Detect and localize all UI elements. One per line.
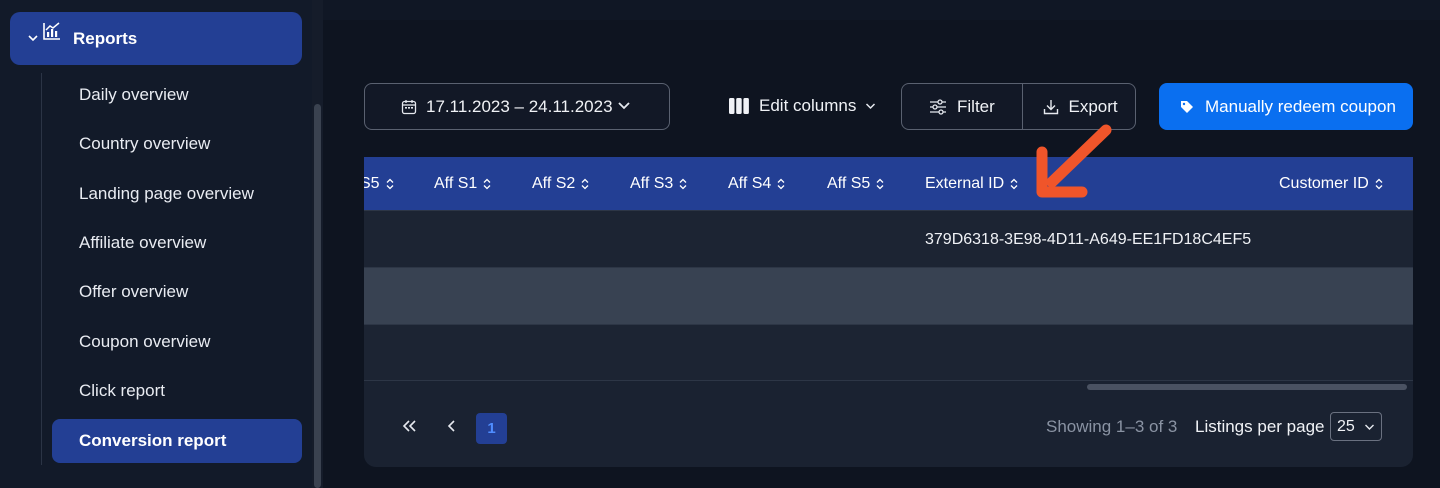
table-row[interactable]: 379D6318-3E98-4D11-A649-EE1FD18C4EF5 xyxy=(364,210,1413,267)
top-bar xyxy=(323,0,1440,20)
date-range-picker[interactable]: 17.11.2023 – 24.11.2023 xyxy=(364,83,670,130)
sidebar-section-reports[interactable]: Reports xyxy=(10,12,302,65)
showing-count: Showing 1–3 of 3 xyxy=(1046,417,1178,436)
sidebar-item-daily-overview[interactable]: Daily overview xyxy=(52,73,302,117)
sort-icon xyxy=(386,178,394,190)
sort-icon xyxy=(777,178,785,190)
column-header-label: S5 xyxy=(364,174,380,192)
columns-icon xyxy=(729,98,749,114)
column-header-external-id[interactable]: External ID xyxy=(925,157,1018,210)
table-horizontal-scrollbar[interactable] xyxy=(1087,384,1407,390)
filter-label: Filter xyxy=(957,96,995,116)
sidebar-item-country-overview[interactable]: Country overview xyxy=(52,122,302,166)
chevron-down-icon xyxy=(28,35,38,42)
chevron-down-icon xyxy=(1365,424,1374,430)
column-header-customer-id[interactable]: Customer ID xyxy=(1279,157,1383,210)
nav-tree-line xyxy=(41,73,42,465)
table-header: S5 Aff S1 Aff S2 Aff S3 Aff S4 Aff S5 Ex… xyxy=(364,157,1413,210)
edit-columns-label: Edit columns xyxy=(759,96,857,115)
sort-icon xyxy=(876,178,884,190)
table-row[interactable] xyxy=(364,324,1413,381)
export-label: Export xyxy=(1068,96,1118,116)
column-header-label: Aff S5 xyxy=(827,174,871,192)
chevron-left-icon[interactable] xyxy=(447,419,457,438)
table-row[interactable] xyxy=(364,267,1413,324)
sort-icon xyxy=(581,178,589,190)
sidebar-item-coupon-overview[interactable]: Coupon overview xyxy=(52,320,302,364)
manually-redeem-coupon-button[interactable]: Manually redeem coupon xyxy=(1159,83,1413,130)
sidebar-item-offer-overview[interactable]: Offer overview xyxy=(52,270,302,314)
sort-icon xyxy=(1375,178,1383,190)
calendar-icon xyxy=(401,100,417,115)
sidebar-item-landing-page-overview[interactable]: Landing page overview xyxy=(52,172,302,216)
filter-button[interactable]: Filter xyxy=(902,84,1023,129)
sort-icon xyxy=(483,178,491,190)
redeem-label: Manually redeem coupon xyxy=(1205,96,1396,116)
filter-sliders-icon xyxy=(929,98,947,115)
external-id-cell: 379D6318-3E98-4D11-A649-EE1FD18C4EF5 xyxy=(925,230,1252,248)
sidebar-item-conversion-report[interactable]: Conversion report xyxy=(52,419,302,463)
listings-per-page-value: 25 xyxy=(1337,417,1355,435)
column-header-aff-s4[interactable]: Aff S4 xyxy=(728,157,785,210)
double-chevron-left-icon[interactable] xyxy=(402,419,418,438)
listings-per-page-select[interactable]: 25 xyxy=(1330,412,1382,441)
sidebar-section-label: Reports xyxy=(73,28,138,48)
listings-per-page-label: Listings per page xyxy=(1195,417,1325,436)
column-header-label: Customer ID xyxy=(1279,174,1369,192)
chevron-down-icon xyxy=(618,102,630,110)
reports-chart-icon xyxy=(43,22,60,40)
sort-icon xyxy=(1010,178,1018,190)
pagination: 1 Showing 1–3 of 3 Listings per page 25 xyxy=(364,402,1413,452)
sidebar-item-affiliate-overview[interactable]: Affiliate overview xyxy=(52,221,302,265)
conversion-table-card: S5 Aff S1 Aff S2 Aff S3 Aff S4 Aff S5 Ex… xyxy=(364,157,1413,467)
column-header-label: Aff S1 xyxy=(434,174,478,192)
annotation-arrow xyxy=(1036,124,1112,198)
sort-icon xyxy=(679,178,687,190)
column-header-s5[interactable]: S5 xyxy=(364,157,394,210)
column-header-aff-s5[interactable]: Aff S5 xyxy=(827,157,884,210)
page-button-current[interactable]: 1 xyxy=(476,413,507,444)
column-header-aff-s1[interactable]: Aff S1 xyxy=(434,157,491,210)
date-range-value: 17.11.2023 – 24.11.2023 xyxy=(426,96,613,116)
column-header-label: Aff S2 xyxy=(532,174,576,192)
column-header-aff-s2[interactable]: Aff S2 xyxy=(532,157,589,210)
tag-icon xyxy=(1180,100,1194,114)
column-header-label: Aff S4 xyxy=(728,174,772,192)
column-header-label: Aff S3 xyxy=(630,174,674,192)
column-header-label: External ID xyxy=(925,174,1005,192)
chevron-down-icon xyxy=(866,103,876,110)
download-icon xyxy=(1043,99,1059,115)
sidebar-scrollbar-thumb[interactable] xyxy=(314,104,321,488)
sidebar-item-click-report[interactable]: Click report xyxy=(52,369,302,413)
sidebar: Reports Daily overview Country overview … xyxy=(0,0,312,488)
edit-columns-button[interactable]: Edit columns xyxy=(729,89,876,123)
column-header-aff-s3[interactable]: Aff S3 xyxy=(630,157,687,210)
